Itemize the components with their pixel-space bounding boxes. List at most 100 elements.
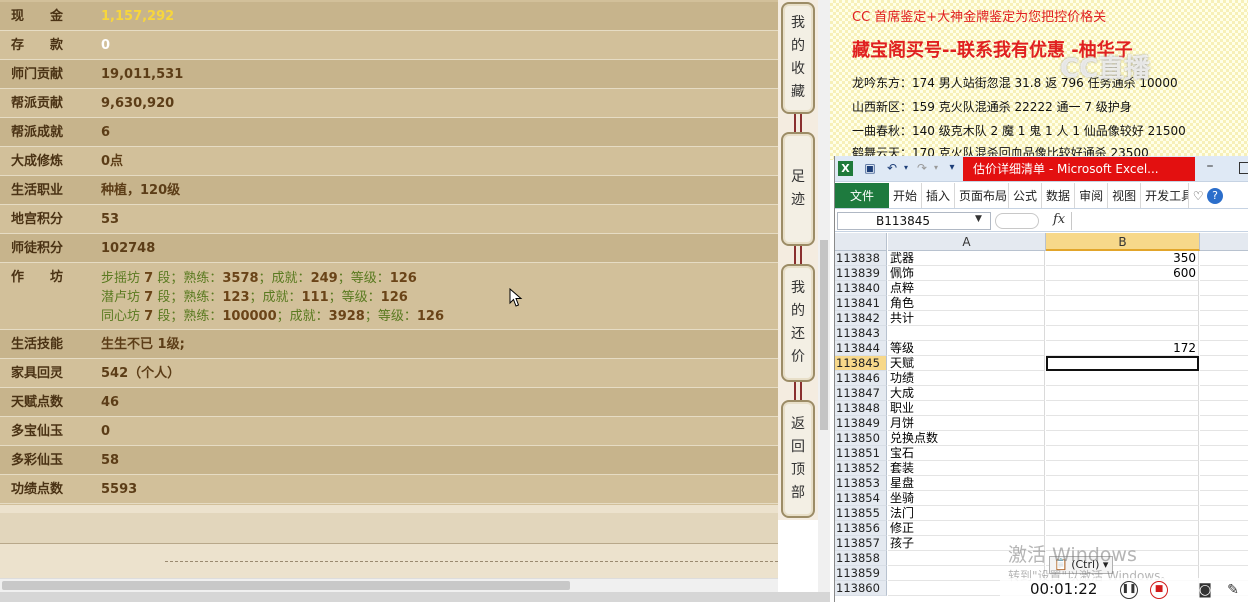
- cell-c[interactable]: [1200, 476, 1248, 491]
- cell-b[interactable]: [1046, 446, 1199, 461]
- cell-b[interactable]: [1046, 491, 1199, 506]
- cell-c[interactable]: [1200, 326, 1248, 341]
- tab-page-layout[interactable]: 页面布局: [955, 183, 1010, 208]
- undo-icon[interactable]: ↶: [885, 161, 899, 175]
- cell-c[interactable]: [1200, 296, 1248, 311]
- cell-c[interactable]: [1200, 356, 1248, 371]
- horizontal-scrollbar-thumb[interactable]: [2, 581, 570, 590]
- tab-home[interactable]: 开始: [889, 183, 923, 208]
- row-header[interactable]: 113848: [835, 401, 887, 416]
- row-header[interactable]: 113854: [835, 491, 887, 506]
- excel-icon[interactable]: X: [838, 161, 853, 176]
- maximize-icon[interactable]: [1239, 162, 1248, 174]
- select-all-corner[interactable]: [835, 233, 887, 251]
- save-icon[interactable]: ▣: [863, 161, 877, 175]
- minimize-icon[interactable]: –: [1201, 158, 1219, 174]
- row-header[interactable]: 113849: [835, 416, 887, 431]
- cell-a[interactable]: 功绩: [888, 371, 1045, 386]
- cell-b[interactable]: 350: [1046, 251, 1199, 266]
- cell-a[interactable]: 兑换点数: [888, 431, 1045, 446]
- tab-insert[interactable]: 插入: [922, 183, 956, 208]
- row-header[interactable]: 113845: [835, 356, 887, 371]
- cell-c[interactable]: [1200, 311, 1248, 326]
- formula-input[interactable]: [1071, 212, 1248, 230]
- cell-b[interactable]: 600: [1046, 266, 1199, 281]
- row-header[interactable]: 113839: [835, 266, 887, 281]
- cell-c[interactable]: [1200, 386, 1248, 401]
- undo-dropdown-icon[interactable]: ▾: [899, 161, 913, 175]
- cell-c[interactable]: [1200, 266, 1248, 281]
- cell-b[interactable]: [1046, 461, 1199, 476]
- tab-review[interactable]: 审阅: [1075, 183, 1109, 208]
- cell-c[interactable]: [1200, 401, 1248, 416]
- cell-b[interactable]: [1046, 386, 1199, 401]
- cell-b[interactable]: [1046, 311, 1199, 326]
- cell-a[interactable]: 等级: [888, 341, 1045, 356]
- row-header[interactable]: 113843: [835, 326, 887, 341]
- cell-c[interactable]: [1200, 431, 1248, 446]
- vertical-scrollbar[interactable]: [818, 0, 830, 592]
- row-header[interactable]: 113844: [835, 341, 887, 356]
- row-header[interactable]: 113856: [835, 521, 887, 536]
- cell-b[interactable]: [1046, 326, 1199, 341]
- cell-a[interactable]: 天赋: [888, 356, 1045, 371]
- cell-a[interactable]: 点粹: [888, 281, 1045, 296]
- row-header[interactable]: 113841: [835, 296, 887, 311]
- cell-b[interactable]: [1046, 281, 1199, 296]
- cell-c[interactable]: [1200, 446, 1248, 461]
- row-header[interactable]: 113847: [835, 386, 887, 401]
- column-header-c[interactable]: [1200, 233, 1248, 251]
- tab-formulas[interactable]: 公式: [1009, 183, 1043, 208]
- insert-function-icon[interactable]: fx: [1053, 212, 1065, 227]
- cell-c[interactable]: [1200, 521, 1248, 536]
- heart-icon[interactable]: ♡: [1189, 183, 1207, 208]
- cell-b[interactable]: [1046, 401, 1199, 416]
- column-header-a[interactable]: A: [888, 233, 1046, 251]
- row-header[interactable]: 113851: [835, 446, 887, 461]
- my-favorites-button[interactable]: 我的收藏: [781, 2, 815, 114]
- cell-a[interactable]: 宝石: [888, 446, 1045, 461]
- camera-icon[interactable]: ◙: [1196, 581, 1214, 599]
- row-header[interactable]: 113840: [835, 281, 887, 296]
- tab-view[interactable]: 视图: [1108, 183, 1142, 208]
- cell-a[interactable]: 大成: [888, 386, 1045, 401]
- cell-a[interactable]: 套装: [888, 461, 1045, 476]
- cell-c[interactable]: [1200, 371, 1248, 386]
- name-box[interactable]: B113845: [837, 212, 991, 230]
- active-cell[interactable]: [1046, 356, 1199, 371]
- my-offers-button[interactable]: 我的还价: [781, 264, 815, 382]
- redo-dropdown-icon[interactable]: ▾: [929, 161, 943, 175]
- cell-c[interactable]: [1200, 416, 1248, 431]
- cell-b[interactable]: [1046, 476, 1199, 491]
- customize-toolbar-icon[interactable]: ▾: [945, 161, 959, 175]
- chevron-down-icon[interactable]: ▼: [975, 214, 982, 224]
- row-header[interactable]: 113850: [835, 431, 887, 446]
- cell-c[interactable]: [1200, 536, 1248, 551]
- cell-a[interactable]: 武器: [888, 251, 1045, 266]
- row-header[interactable]: 113842: [835, 311, 887, 326]
- cell-b[interactable]: [1046, 416, 1199, 431]
- cell-b[interactable]: [1046, 431, 1199, 446]
- cell-b[interactable]: 172: [1046, 341, 1199, 356]
- cell-a[interactable]: 佩饰: [888, 266, 1045, 281]
- row-header[interactable]: 113860: [835, 581, 887, 596]
- cell-b[interactable]: [1046, 521, 1199, 536]
- row-header[interactable]: 113853: [835, 476, 887, 491]
- redo-icon[interactable]: ↷: [915, 161, 929, 175]
- cell-b[interactable]: [1046, 371, 1199, 386]
- row-header[interactable]: 113855: [835, 506, 887, 521]
- cell-a[interactable]: 坐骑: [888, 491, 1045, 506]
- tab-developer[interactable]: 开发工具: [1141, 183, 1190, 208]
- cell-a[interactable]: 法门: [888, 506, 1045, 521]
- cell-a[interactable]: 职业: [888, 401, 1045, 416]
- cell-c[interactable]: [1200, 281, 1248, 296]
- cell-a[interactable]: 星盘: [888, 476, 1045, 491]
- cell-b[interactable]: [1046, 296, 1199, 311]
- cell-c[interactable]: [1200, 251, 1248, 266]
- column-header-b[interactable]: B: [1046, 233, 1200, 251]
- cell-b[interactable]: [1046, 506, 1199, 521]
- cell-c[interactable]: [1200, 506, 1248, 521]
- row-header[interactable]: 113838: [835, 251, 887, 266]
- back-to-top-button[interactable]: 返回顶部: [781, 400, 815, 518]
- cell-a[interactable]: 共计: [888, 311, 1045, 326]
